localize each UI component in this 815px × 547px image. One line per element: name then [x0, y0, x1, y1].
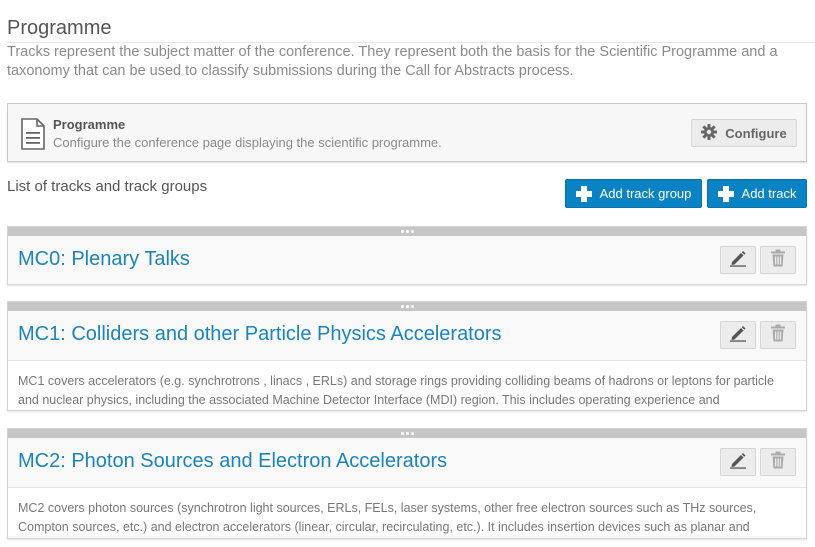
delete-track-button[interactable] [760, 321, 796, 349]
pencil-icon [729, 451, 747, 474]
add-track-group-button[interactable]: Add track group [565, 179, 702, 208]
track-description: MC2 covers photon sources (synchrotron l… [8, 487, 806, 536]
track-description: MC1 covers accelerators (e.g. synchrotro… [8, 360, 806, 409]
pencil-icon [729, 324, 747, 347]
drag-handle[interactable] [8, 302, 806, 311]
edit-track-button[interactable] [720, 448, 756, 476]
track-item: MC0: Plenary Talks [7, 226, 807, 285]
track-title[interactable]: MC1: Colliders and other Particle Physic… [18, 323, 502, 346]
programme-title: Programme [53, 117, 126, 132]
delete-track-button[interactable] [760, 448, 796, 476]
delete-track-button[interactable] [760, 246, 796, 274]
drag-handle-icon [400, 305, 414, 308]
drag-handle-icon [400, 230, 414, 233]
trash-icon [770, 451, 786, 474]
configure-button-label: Configure [725, 125, 787, 141]
add-track-button[interactable]: Add track [707, 179, 807, 208]
track-item: MC2: Photon Sources and Electron Acceler… [7, 428, 807, 539]
gear-icon [701, 123, 718, 143]
drag-handle[interactable] [8, 429, 806, 438]
programme-settings-box: Programme Configure the conference page … [7, 103, 807, 162]
track-header: MC1: Colliders and other Particle Physic… [8, 311, 806, 360]
track-list-heading: List of tracks and track groups [7, 178, 208, 195]
trash-icon [770, 324, 786, 347]
drag-handle[interactable] [8, 227, 806, 236]
pencil-icon [729, 249, 747, 272]
plus-icon [575, 185, 592, 202]
track-header: MC0: Plenary Talks [8, 236, 806, 284]
drag-handle-icon [400, 432, 414, 435]
programme-description: Configure the conference page displaying… [53, 135, 442, 150]
trash-icon [770, 249, 786, 272]
page-title: Programme [7, 15, 815, 44]
document-icon [20, 118, 46, 150]
track-title[interactable]: MC0: Plenary Talks [18, 248, 190, 271]
configure-button[interactable]: Configure [691, 119, 797, 147]
add-track-label: Add track [741, 186, 797, 201]
track-title[interactable]: MC2: Photon Sources and Electron Acceler… [18, 450, 447, 473]
add-track-group-label: Add track group [599, 186, 692, 201]
track-header: MC2: Photon Sources and Electron Acceler… [8, 438, 806, 487]
page-intro: Tracks represent the subject matter of t… [7, 44, 778, 79]
track-item: MC1: Colliders and other Particle Physic… [7, 301, 807, 411]
edit-track-button[interactable] [720, 246, 756, 274]
edit-track-button[interactable] [720, 321, 756, 349]
plus-icon [717, 185, 734, 202]
